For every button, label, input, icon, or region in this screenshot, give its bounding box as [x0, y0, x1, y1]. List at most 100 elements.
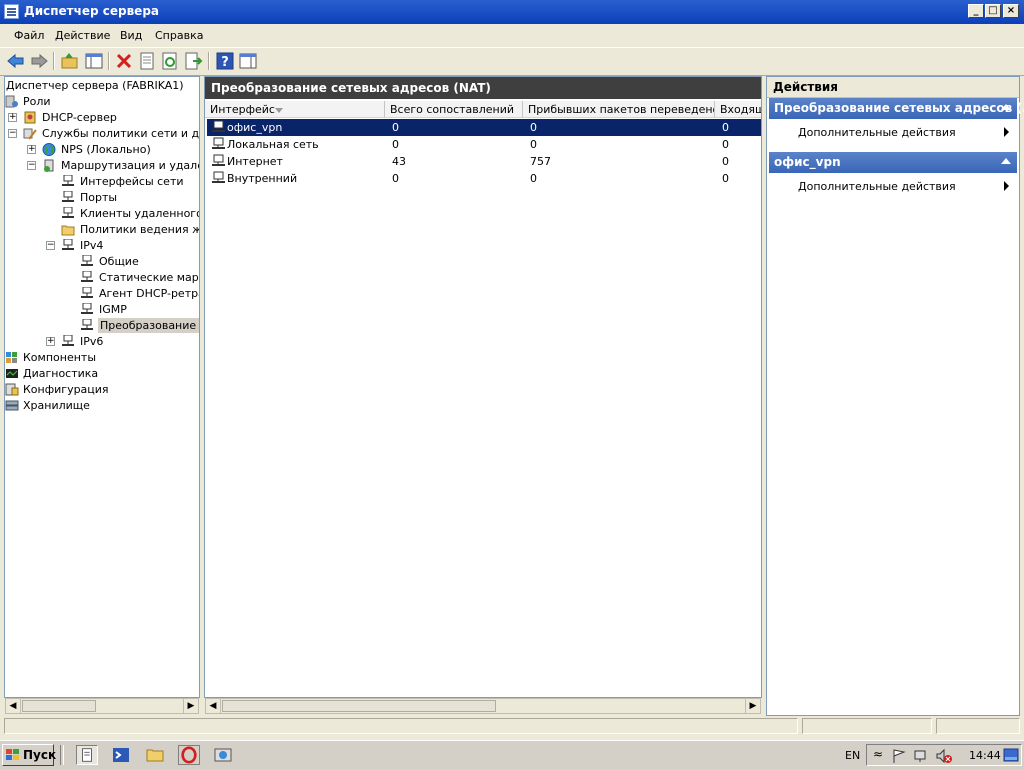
network-icon [62, 335, 74, 346]
tree-node-label: NPS (Локально) [61, 143, 151, 156]
section-title: офис_vpn [774, 155, 841, 169]
cell-inbound: 757 [530, 155, 551, 168]
column-label: Входящ [720, 103, 761, 116]
collapse-icon[interactable]: − [27, 161, 36, 170]
status-panel [802, 718, 932, 734]
cell-total: 0 [392, 172, 399, 185]
show-hide-tree-icon[interactable] [84, 51, 104, 71]
scroll-thumb[interactable] [22, 700, 96, 712]
action-center-flag-icon[interactable] [891, 748, 907, 764]
server-manager-task-icon[interactable] [76, 745, 98, 765]
status-bar [0, 716, 1024, 736]
results-header: Преобразование сетевых адресов (NAT) [205, 77, 761, 99]
folder-icon [61, 225, 75, 236]
opera-browser-icon[interactable] [178, 745, 200, 765]
scroll-left-arrow-icon[interactable]: ◀ [206, 699, 221, 713]
cell-interface: Интернет [227, 155, 283, 168]
expand-icon[interactable]: + [27, 145, 36, 154]
network-policy-icon [23, 128, 37, 140]
column-header-incoming[interactable]: Входящ [715, 101, 761, 118]
column-label: Прибывших пакетов переведено [528, 103, 715, 116]
network-tool-icon[interactable] [212, 745, 234, 765]
tree-node-label: Хранилище [23, 399, 90, 412]
collapse-icon[interactable]: − [46, 241, 55, 250]
help-icon[interactable]: ? [215, 51, 235, 71]
actions-section-office-vpn[interactable]: офис_vpn [769, 152, 1017, 173]
expand-icon[interactable]: + [8, 113, 17, 122]
cell-total: 0 [392, 121, 399, 134]
close-button[interactable]: × [1003, 4, 1019, 18]
tree-scrollbar[interactable]: ◀ ▶ [5, 698, 199, 714]
console-tree: Диспетчер сервера (FABRIKA1) Роли + DHCP… [4, 76, 200, 698]
results-pane: Преобразование сетевых адресов (NAT) Инт… [204, 76, 762, 698]
tree-node-label: Агент DHCP-ретран [99, 287, 199, 300]
network-icon [81, 287, 93, 298]
properties-icon[interactable] [137, 51, 157, 71]
tree-node-label: IPv4 [80, 239, 104, 252]
collapse-icon[interactable]: − [8, 129, 17, 138]
table-row[interactable]: Локальная сеть 0 0 0 [207, 136, 761, 153]
language-indicator[interactable]: EN [845, 749, 860, 762]
results-scrollbar[interactable]: ◀ ▶ [205, 698, 761, 714]
submenu-arrow-icon [1004, 127, 1009, 137]
tree-node-label: IPv6 [80, 335, 104, 348]
cell-inbound: 0 [530, 138, 537, 151]
explorer-folder-icon[interactable] [144, 745, 166, 765]
sort-arrow-icon [275, 108, 283, 113]
network-tray-icon[interactable] [913, 748, 929, 764]
up-folder-icon[interactable] [60, 51, 80, 71]
minimize-button[interactable]: _ [968, 4, 984, 18]
powershell-icon[interactable] [110, 745, 132, 765]
column-header-total-mappings[interactable]: Всего сопоставлений [385, 101, 523, 118]
window-title: Диспетчер сервера [24, 4, 159, 18]
network-icon [81, 303, 93, 314]
column-header-interface[interactable]: Интерфейс [205, 101, 385, 118]
tree-node-label: Компоненты [23, 351, 97, 364]
forward-arrow-icon[interactable] [29, 51, 49, 71]
start-button[interactable]: Пуск [2, 744, 56, 766]
show-desktop-icon[interactable] [1003, 748, 1019, 762]
expand-icon[interactable]: + [46, 337, 55, 346]
back-arrow-icon[interactable] [6, 51, 26, 71]
scroll-left-arrow-icon[interactable]: ◀ [6, 699, 21, 713]
cell-inbound: 0 [530, 121, 537, 134]
volume-muted-icon[interactable] [935, 748, 953, 764]
table-row[interactable]: офис_vpn 0 0 0 [207, 119, 761, 136]
collapse-caret-icon[interactable] [1001, 104, 1011, 110]
delete-icon[interactable] [114, 51, 134, 71]
menu-view[interactable]: Вид [120, 29, 142, 42]
network-icon [62, 207, 74, 218]
actions-title: Действия [773, 80, 839, 94]
menu-help[interactable]: Справка [155, 29, 203, 42]
column-header-inbound-translated[interactable]: Прибывших пакетов переведено [523, 101, 715, 118]
tree-node-label: Интерфейсы сети [80, 175, 184, 188]
configuration-icon [5, 383, 19, 396]
menu-action[interactable]: Действие [55, 29, 110, 42]
scroll-right-arrow-icon[interactable]: ▶ [745, 699, 760, 713]
show-hidden-icons-icon[interactable]: ≈ [873, 747, 883, 761]
globe-icon [42, 143, 56, 156]
submenu-arrow-icon [1004, 181, 1009, 191]
toolbar: ? [0, 47, 1024, 76]
menu-file[interactable]: Файл [14, 29, 44, 42]
tree-node-label: Порты [80, 191, 118, 204]
clock[interactable]: 14:44 [969, 749, 1001, 762]
more-actions-link[interactable]: Дополнительные действия [798, 126, 956, 139]
more-actions-link[interactable]: Дополнительные действия [798, 180, 956, 193]
system-tray: EN ≈ 14:44 [845, 744, 1022, 766]
show-action-pane-icon[interactable] [238, 51, 258, 71]
export-list-icon[interactable] [183, 51, 203, 71]
collapse-caret-icon[interactable] [1001, 158, 1011, 164]
status-panel [4, 718, 798, 734]
table-row[interactable]: Внутренний 0 0 0 [207, 170, 761, 187]
maximize-button[interactable]: □ [985, 4, 1001, 18]
title-bar: Диспетчер сервера _ □ × [0, 0, 1024, 24]
network-icon [62, 191, 74, 202]
actions-section-nat[interactable]: Преобразование сетевых адресов (... [769, 98, 1024, 119]
scroll-right-arrow-icon[interactable]: ▶ [183, 699, 198, 713]
cell-total: 0 [392, 138, 399, 151]
refresh-icon[interactable] [160, 51, 180, 71]
table-row[interactable]: Интернет 43 757 0 [207, 153, 761, 170]
scroll-thumb[interactable] [222, 700, 496, 712]
taskbar: Пуск EN ≈ 14:44 [0, 740, 1024, 769]
